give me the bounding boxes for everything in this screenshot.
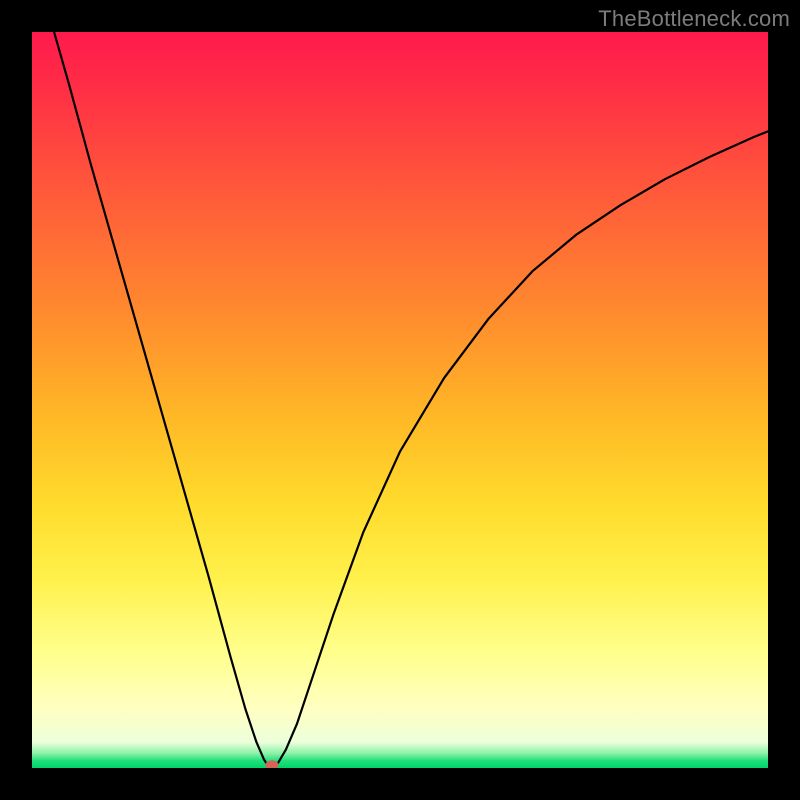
chart-frame: TheBottleneck.com xyxy=(0,0,800,800)
curve-group xyxy=(54,32,768,768)
plot-area xyxy=(32,32,768,768)
curve-right-branch xyxy=(273,131,768,768)
min-marker xyxy=(265,760,278,768)
curve-left-branch xyxy=(54,32,271,768)
curve-svg xyxy=(32,32,768,768)
watermark-text: TheBottleneck.com xyxy=(598,6,790,32)
